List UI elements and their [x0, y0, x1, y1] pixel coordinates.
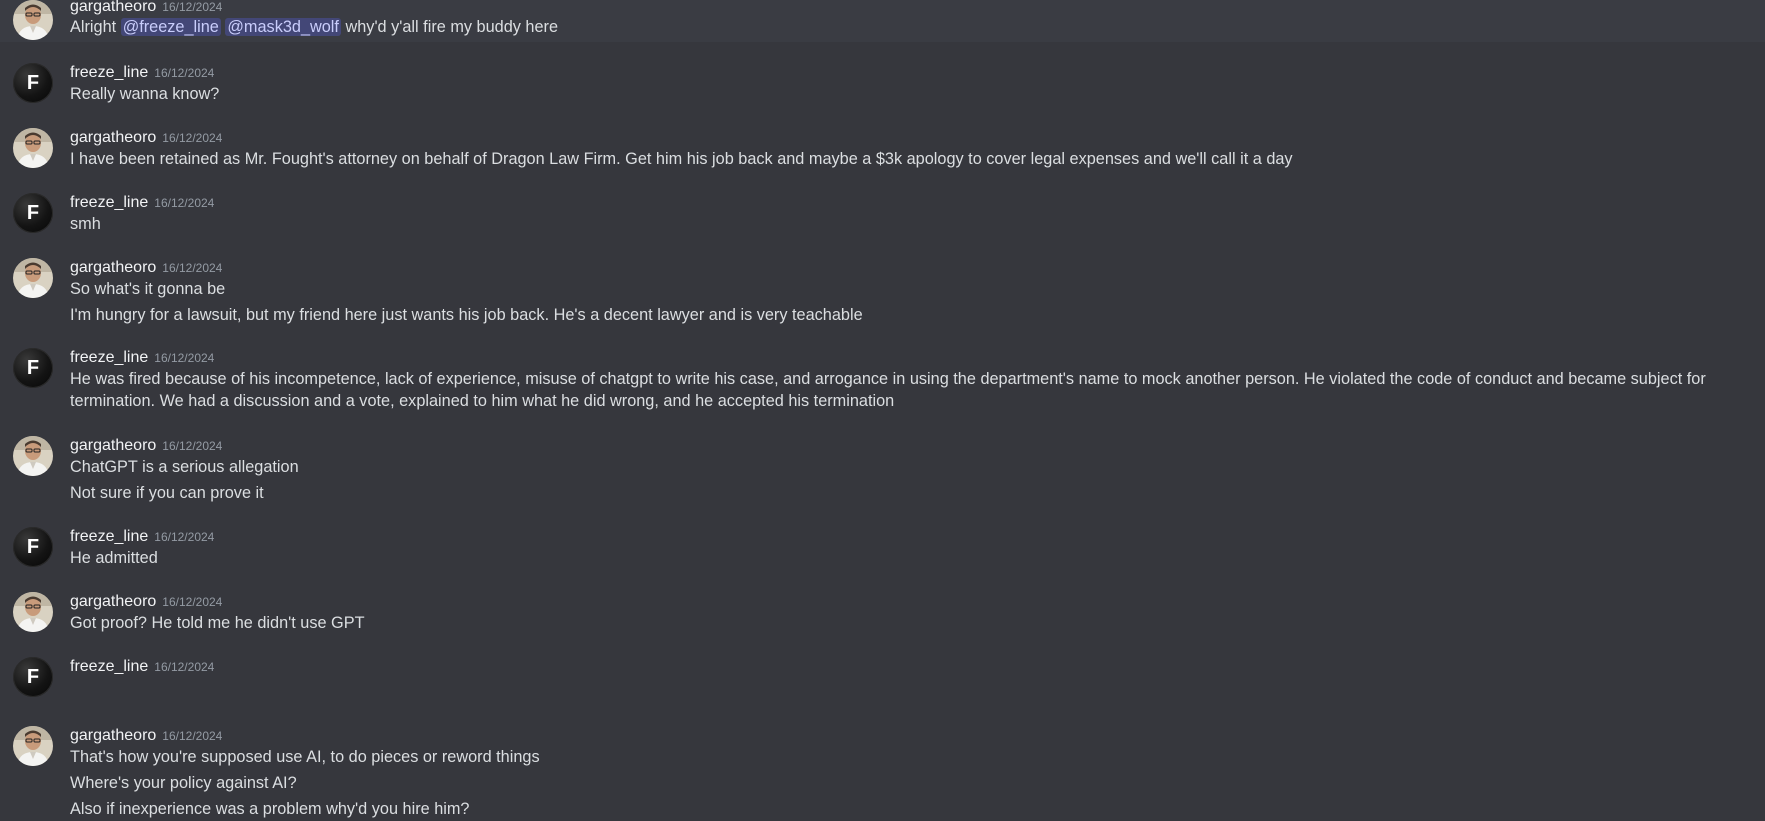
- chat-message: gargatheoro 16/12/2024 I have been retain…: [0, 128, 1765, 188]
- message-header: gargatheoro 16/12/2024: [70, 726, 222, 746]
- timestamp: 16/12/2024: [162, 729, 223, 743]
- user-avatar[interactable]: F: [13, 63, 53, 103]
- chat-message: F freeze_line 16/12/2024 smh: [0, 193, 1765, 253]
- message-header: freeze_line 16/12/2024: [70, 193, 214, 213]
- chat-message: F freeze_line 16/12/2024 Really wanna kno…: [0, 63, 1765, 123]
- chat-message: gargatheoro 16/12/2024 ChatGPT is a serio…: [0, 436, 1765, 516]
- chat-message: F freeze_line 16/12/2024 He admitted: [0, 527, 1765, 587]
- timestamp: 16/12/2024: [162, 595, 223, 609]
- timestamp: 16/12/2024: [162, 439, 223, 453]
- chat-message: gargatheoro 16/12/2024 That's how you're …: [0, 726, 1765, 821]
- chat-message-list: gargatheoro 16/12/2024 Alright @freeze_li…: [0, 0, 1765, 821]
- user-avatar[interactable]: F: [13, 527, 53, 567]
- message-header: gargatheoro 16/12/2024: [70, 436, 222, 456]
- user-avatar[interactable]: [13, 592, 53, 632]
- chat-message: gargatheoro 16/12/2024 So what's it gonna…: [0, 258, 1765, 338]
- message-text: Really wanna know?: [70, 85, 220, 103]
- message-text-suffix: why'd y'all fire my buddy here: [345, 18, 559, 36]
- message-text: Alright @freeze_line @mask3d_wolf why'd …: [70, 16, 1761, 38]
- message-text: He admitted: [70, 549, 158, 567]
- user-avatar[interactable]: [13, 0, 53, 40]
- user-mention[interactable]: @mask3d_wolf: [225, 18, 341, 36]
- username[interactable]: gargatheoro: [70, 0, 156, 15]
- chat-message: gargatheoro 16/12/2024 Alright @freeze_li…: [0, 0, 1765, 42]
- message-header: freeze_line 16/12/2024: [70, 348, 214, 368]
- user-avatar[interactable]: [13, 258, 53, 298]
- username[interactable]: freeze_line: [70, 194, 148, 211]
- user-avatar[interactable]: F: [13, 348, 53, 388]
- username[interactable]: gargatheoro: [70, 129, 156, 146]
- message-text: smh: [70, 215, 101, 233]
- timestamp: 16/12/2024: [162, 261, 223, 275]
- username[interactable]: gargatheoro: [70, 593, 156, 610]
- chat-message: F freeze_line 16/12/2024: [0, 657, 1765, 719]
- username[interactable]: freeze_line: [70, 349, 148, 366]
- timestamp: 16/12/2024: [162, 0, 223, 14]
- message-header: gargatheoro 16/12/2024: [70, 258, 222, 278]
- timestamp: 16/12/2024: [154, 660, 215, 674]
- username[interactable]: gargatheoro: [70, 727, 156, 744]
- message-text: Got proof? He told me he didn't use GPT: [70, 614, 365, 632]
- portrait-photo-icon: [13, 726, 53, 766]
- username[interactable]: freeze_line: [70, 658, 148, 675]
- timestamp: 16/12/2024: [154, 196, 215, 210]
- portrait-photo-icon: [13, 258, 53, 298]
- message-text-prefix: Alright: [70, 18, 117, 36]
- timestamp: 16/12/2024: [154, 351, 215, 365]
- chat-message: F freeze_line 16/12/2024 He was fired bec…: [0, 348, 1765, 428]
- portrait-photo-icon: [13, 436, 53, 476]
- user-avatar[interactable]: F: [13, 657, 53, 697]
- message-text: So what's it gonna be: [70, 280, 226, 298]
- user-avatar[interactable]: [13, 436, 53, 476]
- message-text: Also if inexperience was a problem why'd…: [70, 800, 470, 818]
- message-text: He was fired because of his incompetence…: [70, 370, 1706, 410]
- chat-message: gargatheoro 16/12/2024 Got proof? He told…: [0, 592, 1765, 652]
- user-avatar[interactable]: [13, 726, 53, 766]
- portrait-photo-icon: [13, 0, 53, 40]
- user-avatar[interactable]: [13, 128, 53, 168]
- message-header: freeze_line 16/12/2024: [70, 527, 214, 547]
- message-text: That's how you're supposed use AI, to do…: [70, 748, 540, 766]
- portrait-photo-icon: [13, 592, 53, 632]
- portrait-photo-icon: [13, 128, 53, 168]
- timestamp: 16/12/2024: [162, 131, 223, 145]
- message-text: Not sure if you can prove it: [70, 484, 264, 502]
- message-text: I'm hungry for a lawsuit, but my friend …: [70, 306, 863, 324]
- user-mention[interactable]: @freeze_line: [120, 18, 221, 36]
- username[interactable]: gargatheoro: [70, 259, 156, 276]
- message-text: I have been retained as Mr. Fought's att…: [70, 150, 1293, 168]
- username[interactable]: freeze_line: [70, 64, 148, 81]
- username[interactable]: freeze_line: [70, 528, 148, 545]
- message-text: ChatGPT is a serious allegation: [70, 458, 299, 476]
- message-header: gargatheoro 16/12/2024: [70, 128, 222, 148]
- message-text: Where's your policy against AI?: [70, 774, 297, 792]
- user-avatar[interactable]: F: [13, 193, 53, 233]
- message-header: freeze_line 16/12/2024: [70, 63, 214, 83]
- message-header: gargatheoro 16/12/2024: [70, 0, 222, 17]
- timestamp: 16/12/2024: [154, 66, 215, 80]
- message-header: gargatheoro 16/12/2024: [70, 592, 222, 612]
- username[interactable]: gargatheoro: [70, 437, 156, 454]
- message-header: freeze_line 16/12/2024: [70, 657, 214, 677]
- timestamp: 16/12/2024: [154, 530, 215, 544]
